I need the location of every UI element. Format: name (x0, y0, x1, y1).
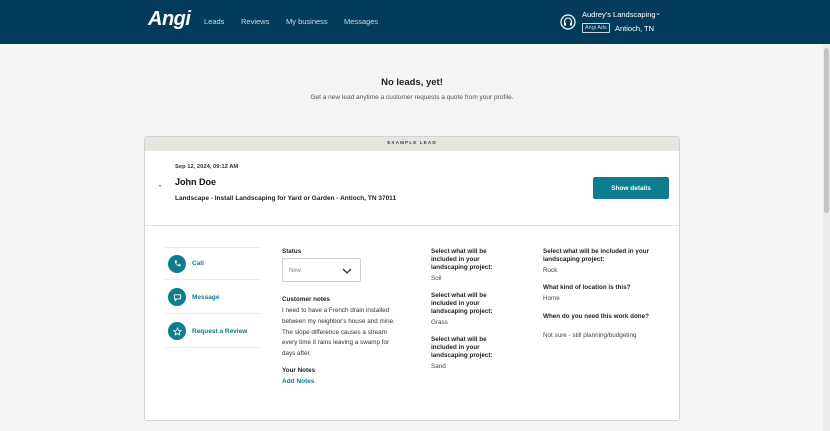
answer-value: Grass (431, 319, 448, 326)
answer-value: Rock (543, 267, 558, 274)
example-lead-card: EXAMPLE LEAD ⌃ Sep 12, 2024, 09:12 AM Jo… (144, 136, 680, 421)
answer-value: Not sure - still planning/budgeting (543, 332, 637, 339)
chat-icon (168, 288, 186, 306)
answer-value: Soil (431, 275, 442, 282)
show-details-button[interactable]: Show details (593, 177, 669, 199)
scrollbar-thumb[interactable] (824, 48, 829, 213)
example-lead-banner: EXAMPLE LEAD (145, 137, 679, 151)
message-action[interactable]: Message (165, 281, 260, 314)
angi-ads-badge: Angi Ads (582, 23, 610, 33)
request-review-label: Request a Review (192, 327, 248, 335)
question-label: When do you need this work done? (543, 313, 649, 320)
question-label: Select what will be included in your lan… (431, 292, 493, 315)
answer-value: Home (543, 295, 560, 302)
nav-link-leads[interactable]: Leads (204, 17, 224, 26)
answer-value: Sand (431, 363, 446, 370)
nav-link-reviews[interactable]: Reviews (241, 17, 269, 26)
lead-name: John Doe (175, 177, 217, 187)
top-nav: Angi Leads Reviews My business Messages … (0, 0, 830, 44)
question-label: What kind of location is this? (543, 284, 631, 291)
add-notes-link[interactable]: Add Notes (282, 378, 315, 385)
business-name[interactable]: Audrey's Landscaping (582, 10, 656, 19)
divider (145, 225, 679, 226)
chevron-up-icon[interactable]: ⌃ (157, 184, 163, 192)
lead-description: Landscape - Install Landscaping for Yard… (175, 195, 397, 202)
nav-link-my-business[interactable]: My business (286, 17, 328, 26)
customer-notes: I need to have a French drain installed … (282, 307, 395, 358)
chevron-down-icon[interactable]: ⌄ (655, 9, 661, 17)
business-location: Antioch, TN (615, 24, 655, 33)
call-label: Call (192, 260, 204, 267)
empty-state-title: No leads, yet! (381, 77, 443, 88)
angi-logo[interactable]: Angi (148, 8, 191, 31)
question-label: Select what will be included in your lan… (431, 336, 493, 359)
star-icon (168, 322, 186, 340)
phone-icon (168, 254, 186, 273)
question-label: Select what will be included in your lan… (543, 248, 650, 263)
headset-icon[interactable] (560, 14, 576, 30)
message-label: Message (192, 293, 220, 301)
question-label: Select what will be included in your lan… (431, 248, 493, 271)
request-review-action[interactable]: Request a Review (165, 315, 260, 348)
nav-link-messages[interactable]: Messages (344, 17, 378, 26)
status-select[interactable]: New (282, 258, 361, 282)
chevron-down-icon (342, 268, 352, 274)
empty-state-subtitle: Get a new lead anytime a customer reques… (310, 94, 514, 101)
status-label: Status (282, 248, 302, 255)
your-notes-label: Your Notes (282, 367, 316, 374)
lead-date: Sep 12, 2024, 09:12 AM (175, 164, 239, 170)
status-value: New (289, 268, 302, 274)
call-action[interactable]: Call (165, 247, 260, 280)
customer-notes-label: Customer notes (282, 296, 330, 303)
